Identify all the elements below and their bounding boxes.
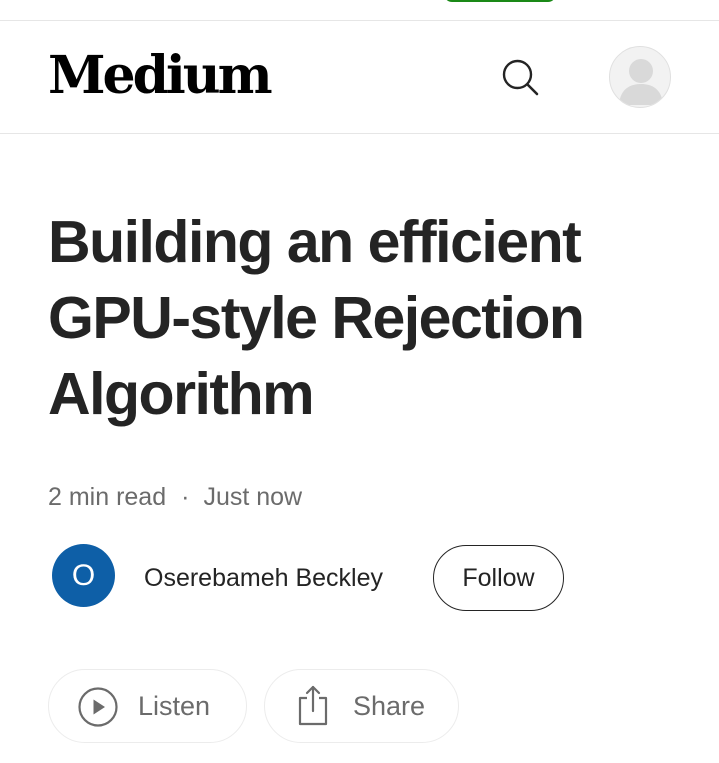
follow-button[interactable]: Follow [433, 545, 564, 611]
share-label: Share [353, 691, 426, 721]
publish-date: Just now [203, 482, 303, 511]
medium-logo[interactable]: Medium [48, 43, 273, 109]
listen-label: Listen [138, 691, 211, 721]
user-avatar[interactable] [609, 46, 671, 108]
top-green-pill[interactable] [444, 0, 556, 2]
top-bar [0, 0, 719, 21]
share-icon [295, 684, 333, 728]
listen-button[interactable]: Listen [48, 669, 247, 743]
search-icon [502, 59, 539, 96]
read-time: 2 min read [48, 482, 167, 511]
article-title: Building an efficient GPU-style Rejectio… [48, 209, 585, 427]
search-button[interactable] [500, 57, 540, 97]
user-avatar-icon [619, 59, 663, 105]
meta-separator: · [181, 482, 190, 511]
site-header: Medium [0, 21, 719, 134]
play-circle-icon [77, 686, 119, 728]
author-avatar[interactable]: O [52, 544, 115, 607]
share-button[interactable]: Share [264, 669, 459, 743]
article-meta: 2 min read · Just now [48, 481, 302, 513]
author-name[interactable]: Oserebameh Beckley [144, 562, 383, 594]
